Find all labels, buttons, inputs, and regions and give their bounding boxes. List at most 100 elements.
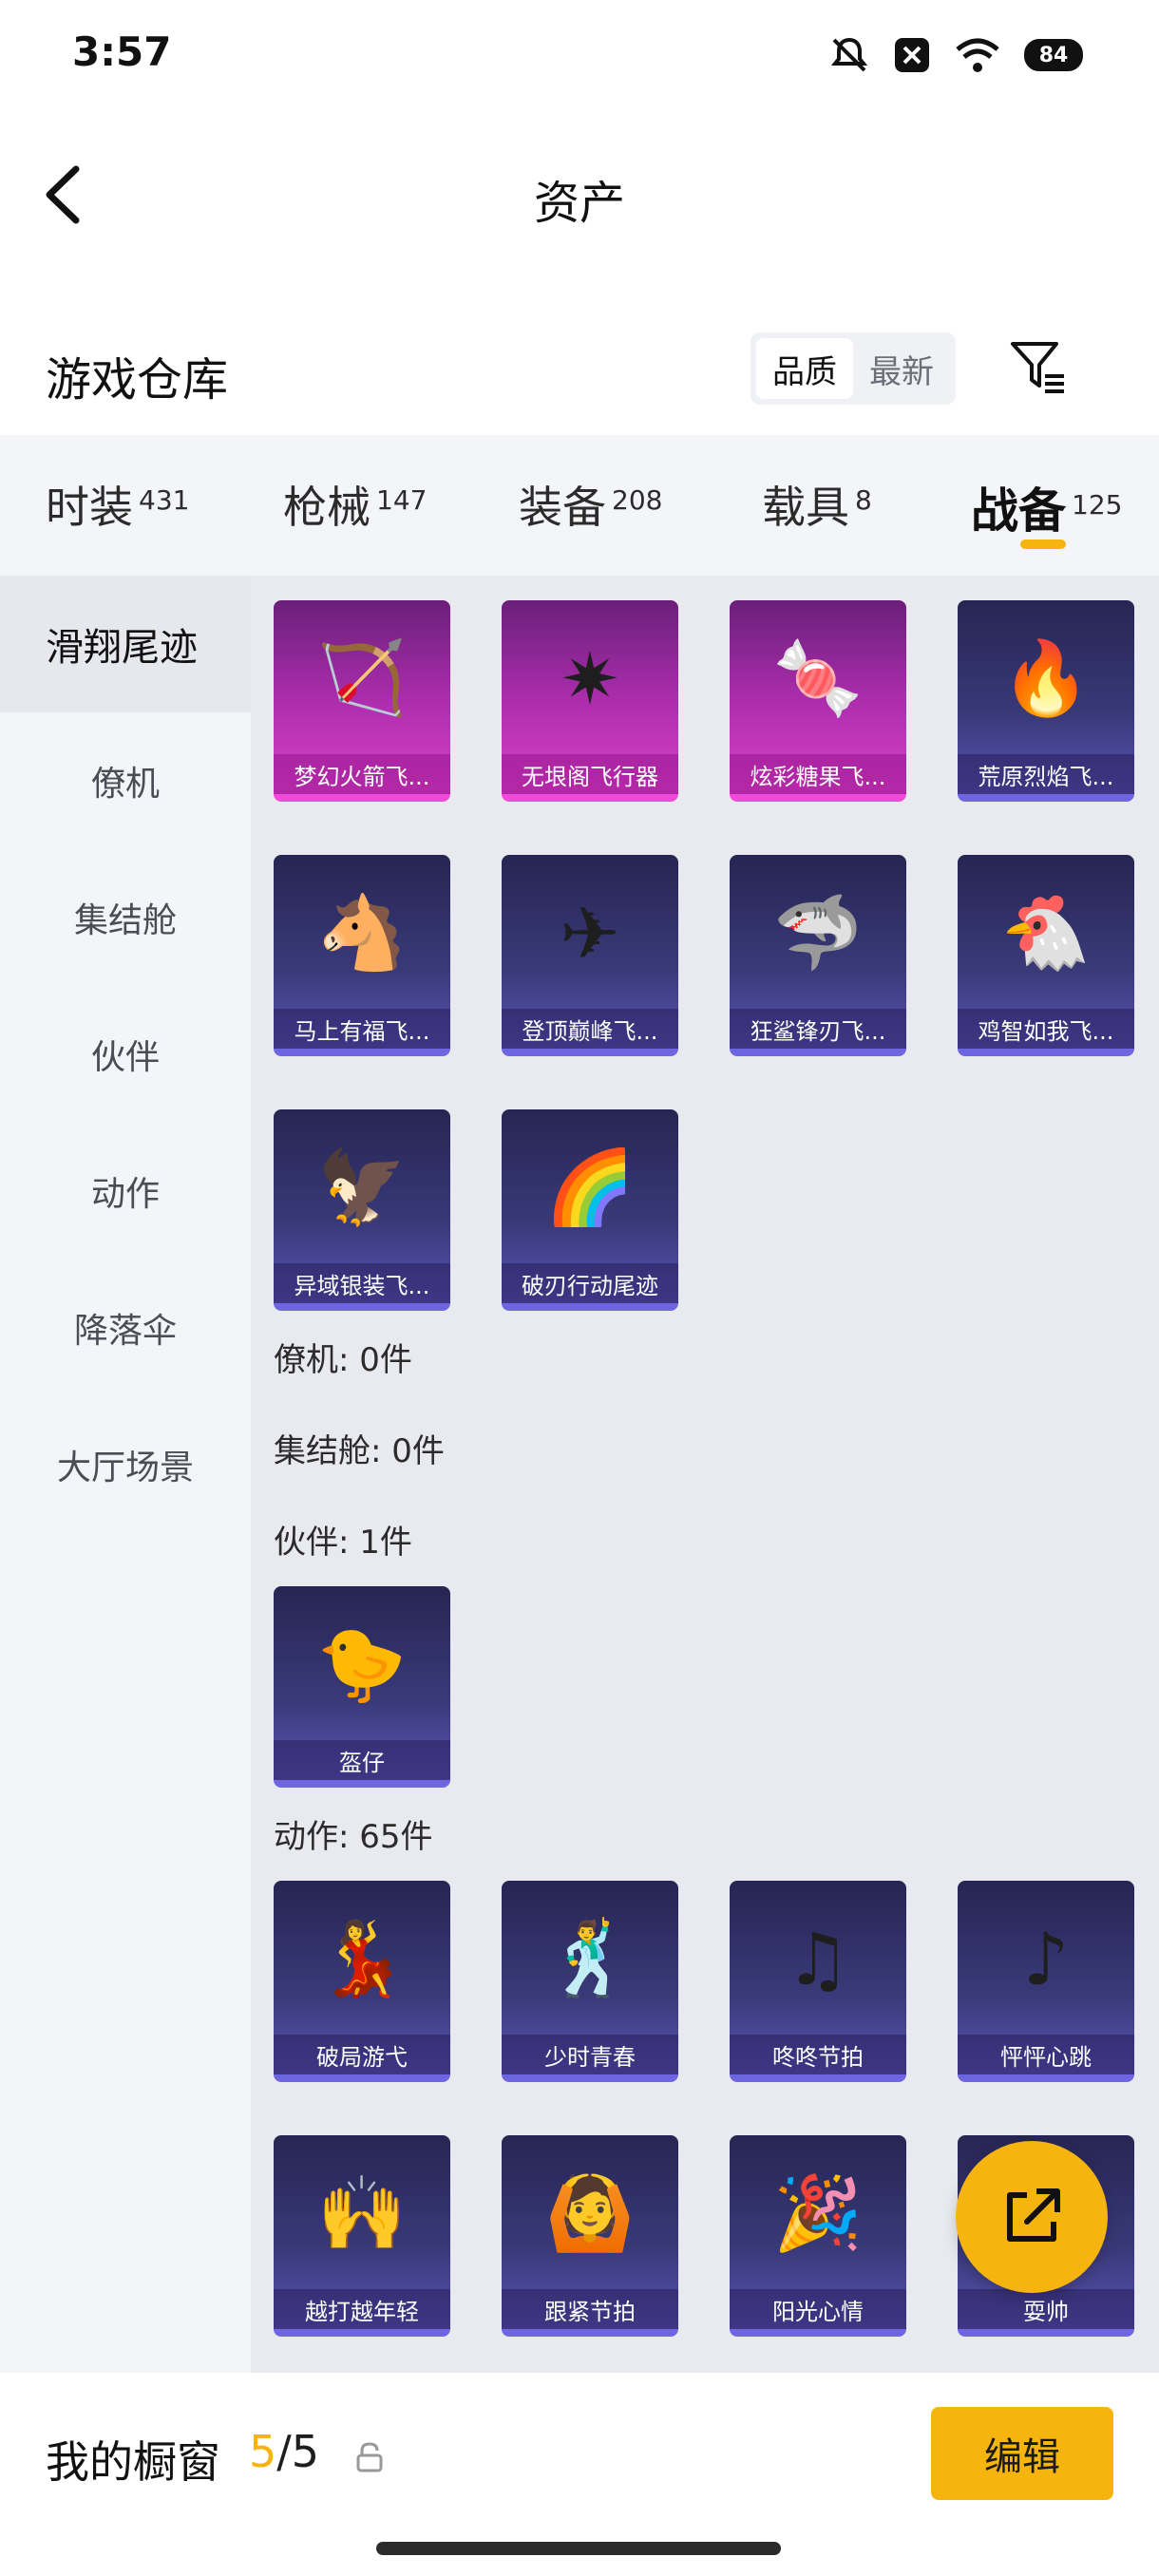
item-name: 鸡智如我飞... bbox=[958, 1009, 1134, 1049]
item-name: 阳光心情 bbox=[730, 2289, 906, 2329]
item-image: ♫ bbox=[785, 1916, 851, 2001]
tab-vehicles[interactable]: 载具 8 bbox=[762, 473, 872, 536]
item-image: ✈ bbox=[560, 890, 620, 975]
home-indicator[interactable] bbox=[376, 2542, 781, 2555]
tab-label: 装备 bbox=[519, 482, 606, 533]
group-label-emote: 动作: 65件 bbox=[274, 1818, 433, 1856]
item-name: 狂鲨锋刃飞... bbox=[730, 1009, 906, 1049]
sidebar-item-emote[interactable]: 动作 bbox=[0, 1123, 251, 1260]
item-card[interactable]: 🍬 炫彩糖果飞... bbox=[730, 600, 906, 802]
sidebar-item-partner[interactable]: 伙伴 bbox=[0, 986, 251, 1123]
active-tab-indicator bbox=[1020, 540, 1066, 549]
item-card[interactable]: ✈ 登顶巅峰飞... bbox=[502, 855, 678, 1056]
item-card[interactable]: 💃 破局游弋 bbox=[274, 1881, 450, 2082]
item-card[interactable]: 🙌 越打越年轻 bbox=[274, 2135, 450, 2337]
share-fab[interactable] bbox=[956, 2141, 1108, 2293]
sort-quality-button[interactable]: 品质 bbox=[756, 338, 853, 399]
filter-icon[interactable] bbox=[1007, 336, 1068, 397]
item-card[interactable]: ♪ 怦怦心跳 bbox=[958, 1881, 1134, 2082]
item-name: 梦幻火箭飞... bbox=[274, 754, 450, 794]
item-name: 少时青春 bbox=[502, 2035, 678, 2074]
tab-label: 枪械 bbox=[283, 482, 370, 533]
sort-newest-button[interactable]: 最新 bbox=[853, 338, 950, 399]
tab-count: 147 bbox=[376, 484, 428, 516]
item-image: 🔥 bbox=[1000, 635, 1092, 720]
sidebar-item-parachute[interactable]: 降落伞 bbox=[0, 1260, 251, 1396]
tab-fashion[interactable]: 时装 431 bbox=[46, 473, 189, 536]
sidebar-item-wingman[interactable]: 僚机 bbox=[0, 712, 251, 849]
item-card[interactable]: 🕺 少时青春 bbox=[502, 1881, 678, 2082]
item-name: 荒原烈焰飞... bbox=[958, 754, 1134, 794]
showcase-bar: 我的橱窗 5/5 编辑 bbox=[0, 2373, 1159, 2576]
battery-icon: 84 bbox=[1024, 39, 1083, 71]
item-image: ♪ bbox=[1022, 1916, 1070, 2001]
item-name: 耍帅 bbox=[958, 2289, 1134, 2329]
group-label-wingman: 僚机: 0件 bbox=[274, 1341, 412, 1379]
item-name: 登顶巅峰飞... bbox=[502, 1009, 678, 1049]
item-image: ✷ bbox=[560, 635, 620, 721]
status-bar: 3:57 84 bbox=[0, 0, 1159, 114]
status-icons: 84 bbox=[828, 34, 1083, 76]
warehouse-header: 游戏仓库 品质 最新 bbox=[0, 313, 1159, 427]
showcase-total: /5 bbox=[276, 2426, 320, 2477]
showcase-label: 我的橱窗 bbox=[46, 2436, 220, 2488]
tab-equipment[interactable]: 装备 208 bbox=[519, 473, 662, 536]
showcase-current: 5 bbox=[249, 2426, 277, 2477]
status-time: 3:57 bbox=[72, 28, 172, 75]
lock-icon bbox=[356, 2442, 383, 2472]
wifi-icon bbox=[956, 38, 999, 72]
tab-label: 载具 bbox=[762, 482, 849, 533]
item-name: 怦怦心跳 bbox=[958, 2035, 1134, 2074]
item-card[interactable]: 🐔 鸡智如我飞... bbox=[958, 855, 1134, 1056]
assets-page: 3:57 84 资产 游戏仓库 品质 最新 时装 431 枪械 147 装备 2… bbox=[0, 0, 1159, 2576]
item-card[interactable]: 🦅 异域银装飞... bbox=[274, 1109, 450, 1311]
sidebar-item-lobby-scene[interactable]: 大厅场景 bbox=[0, 1396, 251, 1533]
category-tabs: 时装 431 枪械 147 装备 208 载具 8 战备 125 bbox=[0, 435, 1159, 576]
item-name: 咚咚节拍 bbox=[730, 2035, 906, 2074]
tab-guns[interactable]: 枪械 147 bbox=[283, 473, 427, 536]
showcase-count: 5/5 bbox=[249, 2426, 319, 2477]
external-link-icon bbox=[1007, 2188, 1060, 2242]
item-card[interactable]: 🦈 狂鲨锋刃飞... bbox=[730, 855, 906, 1056]
item-image: 🏹 bbox=[316, 635, 408, 720]
sort-toggle: 品质 最新 bbox=[750, 332, 956, 405]
item-name: 马上有福飞... bbox=[274, 1009, 450, 1049]
item-image: 🐴 bbox=[316, 890, 408, 975]
tab-count: 125 bbox=[1072, 489, 1123, 521]
item-name: 异域银装飞... bbox=[274, 1263, 450, 1303]
item-name: 破刃行动尾迹 bbox=[502, 1263, 678, 1303]
item-image: 🐔 bbox=[1000, 890, 1092, 975]
item-card[interactable]: 🏹 梦幻火箭飞... bbox=[274, 600, 450, 802]
mute-icon bbox=[830, 37, 868, 72]
item-image: 🕺 bbox=[544, 1916, 636, 2000]
edit-button[interactable]: 编辑 bbox=[931, 2407, 1113, 2500]
item-image: 🙌 bbox=[316, 2170, 408, 2255]
close-notification-icon bbox=[895, 38, 929, 72]
item-card[interactable]: 🔥 荒原烈焰飞... bbox=[958, 600, 1134, 802]
sidebar-item-glide-trail[interactable]: 滑翔尾迹 bbox=[0, 576, 251, 712]
item-card[interactable]: 🐤 盔仔 bbox=[274, 1586, 450, 1788]
item-name: 无垠阁飞行器 bbox=[502, 754, 678, 794]
item-name: 跟紧节拍 bbox=[502, 2289, 678, 2329]
tab-label: 战备 bbox=[971, 483, 1066, 539]
page-title: 资产 bbox=[533, 177, 625, 230]
sidebar: 滑翔尾迹 僚机 集结舱 伙伴 动作 降落伞 大厅场景 bbox=[0, 576, 251, 2373]
item-card[interactable]: ✷ 无垠阁飞行器 bbox=[502, 600, 678, 802]
tab-count: 431 bbox=[139, 484, 190, 516]
item-image: 🎉 bbox=[772, 2170, 864, 2255]
item-image: 🙆 bbox=[544, 2170, 636, 2255]
item-card[interactable]: 🌈 破刃行动尾迹 bbox=[502, 1109, 678, 1311]
item-card[interactable]: 🎉 阳光心情 bbox=[730, 2135, 906, 2337]
item-image: 🍬 bbox=[772, 635, 864, 720]
group-label-partner: 伙伴: 1件 bbox=[274, 1524, 412, 1562]
nav-header: 资产 bbox=[0, 133, 1159, 256]
item-name: 盔仔 bbox=[274, 1740, 450, 1780]
warehouse-title: 游戏仓库 bbox=[46, 353, 229, 407]
item-image: 💃 bbox=[316, 1916, 408, 2000]
item-card[interactable]: 🐴 马上有福飞... bbox=[274, 855, 450, 1056]
item-card[interactable]: ♫ 咚咚节拍 bbox=[730, 1881, 906, 2082]
sidebar-item-rally-pod[interactable]: 集结舱 bbox=[0, 849, 251, 986]
tab-battle-gear[interactable]: 战备 125 bbox=[971, 473, 1122, 541]
item-card[interactable]: 🙆 跟紧节拍 bbox=[502, 2135, 678, 2337]
item-image: 🦈 bbox=[772, 890, 864, 975]
